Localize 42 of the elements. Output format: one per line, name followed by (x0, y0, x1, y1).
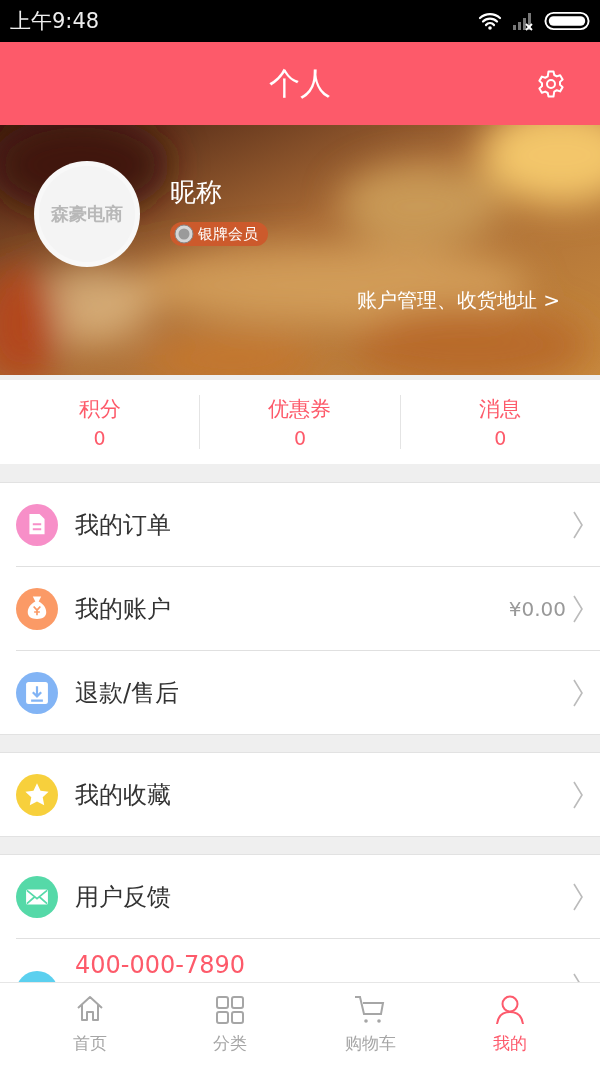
menu-label: 我的订单 (75, 509, 172, 541)
tab-item[interactable]: 分类 (160, 993, 300, 1055)
stat-value: 0 (93, 427, 106, 449)
status-time: 上午9:48 (10, 8, 100, 35)
menu-row[interactable]: 用户反馈 (16, 855, 600, 939)
phone-number: 400-000-7890 (75, 951, 246, 979)
balance-value: ¥0.00 (508, 596, 566, 621)
badge-label: 银牌会员 (198, 224, 258, 244)
medal-icon (174, 224, 194, 244)
document-icon (16, 503, 58, 546)
avatar-logo: 森豪电商 (51, 202, 123, 226)
signal-icon (512, 11, 534, 31)
menu-label: 退款/售后 (75, 677, 181, 709)
stat-item[interactable]: 消息 0 (399, 395, 600, 449)
settings-icon[interactable] (536, 69, 566, 99)
page-title: 个人 (269, 63, 331, 103)
menu-label: 我的收藏 (75, 779, 172, 811)
tab-item[interactable]: 首页 (20, 993, 160, 1055)
grid-icon (214, 993, 246, 1026)
account-link[interactable]: 账户管理、收货地址 > (356, 287, 560, 314)
battery-icon (544, 11, 590, 31)
stat-item[interactable]: 优惠券 0 (199, 395, 400, 449)
stat-label: 积分 (78, 396, 121, 423)
nickname: 昵称 (170, 176, 222, 209)
tab-item[interactable]: 购物车 (300, 993, 440, 1055)
stat-item[interactable]: 积分 0 (0, 395, 200, 449)
money-bag-icon (16, 587, 58, 630)
envelope-icon (16, 875, 58, 918)
menu-row[interactable]: 我的账户 ¥0.00 (16, 567, 600, 651)
menu-label: 我的账户 (75, 593, 172, 625)
stat-value: 0 (293, 427, 307, 449)
person-icon (494, 993, 526, 1026)
cart-icon (354, 993, 386, 1026)
menu-row[interactable]: 退款/售后 (16, 651, 600, 734)
download-icon (16, 671, 58, 714)
menu-row[interactable]: 我的订单 (16, 483, 600, 567)
menu-label: 用户反馈 (75, 881, 172, 913)
stat-label: 优惠券 (268, 396, 332, 423)
wifi-icon (478, 12, 502, 30)
stat-value: 0 (494, 427, 507, 449)
stat-label: 消息 (479, 396, 522, 423)
tab-item[interactable]: 我的 (440, 993, 580, 1055)
